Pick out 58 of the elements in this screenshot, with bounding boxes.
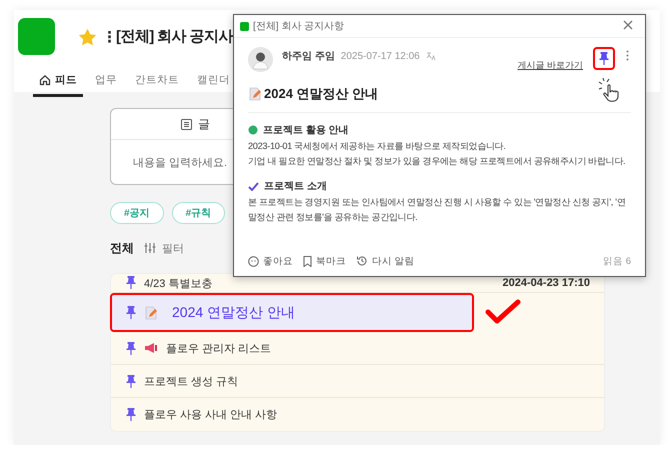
- filter-button[interactable]: 필터: [162, 240, 184, 256]
- star-icon[interactable]: [79, 28, 96, 44]
- home-icon: [39, 74, 51, 86]
- memo-icon: [248, 87, 262, 101]
- document-icon: [181, 118, 192, 130]
- pin-icon: [599, 52, 609, 65]
- translate-icon[interactable]: [426, 52, 436, 60]
- section-heading: 프로젝트 소개: [264, 180, 327, 193]
- read-count: 읽음 6: [603, 254, 631, 268]
- like-button[interactable]: 좋아요: [248, 254, 293, 268]
- pinned-post-row[interactable]: 플로우 사용 사내 안내 사항: [111, 398, 604, 431]
- post-title: 플로우 관리자 리스트: [166, 342, 272, 356]
- clock-icon: [356, 255, 368, 267]
- scope-label[interactable]: 전체: [110, 240, 134, 256]
- bookmark-icon: [303, 256, 312, 266]
- go-to-post-link[interactable]: 게시글 바로가기: [517, 59, 583, 72]
- check-icon: [248, 182, 259, 190]
- check-mark-icon: [485, 299, 521, 325]
- composer-mode-label: 글: [198, 116, 210, 132]
- pin-icon: [126, 408, 136, 421]
- pin-button[interactable]: [593, 47, 615, 70]
- project-title: [전체] 회사 공지사: [116, 27, 233, 46]
- post-title: 플로우 사용 사내 안내 사항: [144, 408, 278, 422]
- post-date: 2024-04-23 17:10: [502, 277, 590, 289]
- more-icon[interactable]: [626, 50, 629, 61]
- project-color-icon: [240, 22, 249, 30]
- author-name: 하주임 주임: [282, 50, 335, 63]
- pin-icon: [126, 306, 136, 319]
- popup-title: [전체] 회사 공지사항: [253, 20, 344, 33]
- composer-placeholder: 내용을 입력하세요.: [133, 156, 228, 170]
- section-text: 본 프로젝트는 경영지원 또는 인사팀에서 연말정산 진행 시 사용할 수 있는 '연말정산 신청 공지', '연말정산 관련 정보를'을 공유하는 공간입니다.: [248, 196, 626, 224]
- pin-icon: [126, 276, 136, 289]
- pinned-post-row[interactable]: 프로젝트 생성 규칙: [111, 365, 604, 398]
- pin-icon: [126, 342, 136, 354]
- section-text: 기업 내 필요한 연말정산 절차 및 정보가 있을 경우에는 해당 프로젝트에서 공유해주시기 바랍니다.: [248, 155, 626, 168]
- tab[interactable]: 업무: [89, 67, 123, 97]
- tab[interactable]: 간트차트: [129, 67, 185, 97]
- bookmark-button[interactable]: 북마크: [303, 254, 346, 268]
- megaphone-icon: [144, 342, 158, 354]
- section-heading: 프로젝트 활용 안내: [263, 124, 349, 137]
- post-composer[interactable]: 글 내용을 입력하세요.: [110, 108, 233, 185]
- tab[interactable]: 피드: [33, 67, 83, 97]
- tab[interactable]: 캘린더: [191, 67, 236, 97]
- pin-icon: [126, 374, 136, 388]
- pinned-post-row[interactable]: 플로우 관리자 리스트: [111, 332, 604, 365]
- section-text: 2023-10-01 국세청에서 제공하는 자료를 바탕으로 제작되었습니다.: [248, 140, 507, 153]
- post-title: 2024 연말정산 안내: [172, 304, 295, 322]
- menu-icon[interactable]: ⋮: [102, 28, 110, 46]
- post-title: 2024 연말정산 안내: [264, 85, 378, 103]
- post-time: 2025-07-17 12:06: [340, 50, 420, 62]
- close-icon[interactable]: [623, 20, 633, 30]
- post-title: 프로젝트 생성 규칙: [144, 374, 238, 388]
- memo-icon: [144, 306, 158, 320]
- remind-button[interactable]: 다시 알림: [356, 254, 415, 268]
- filter-icon: [144, 242, 156, 254]
- post-title: 4/23 특별보충: [144, 277, 212, 291]
- project-logo: [18, 18, 55, 55]
- smile-icon: [248, 256, 259, 266]
